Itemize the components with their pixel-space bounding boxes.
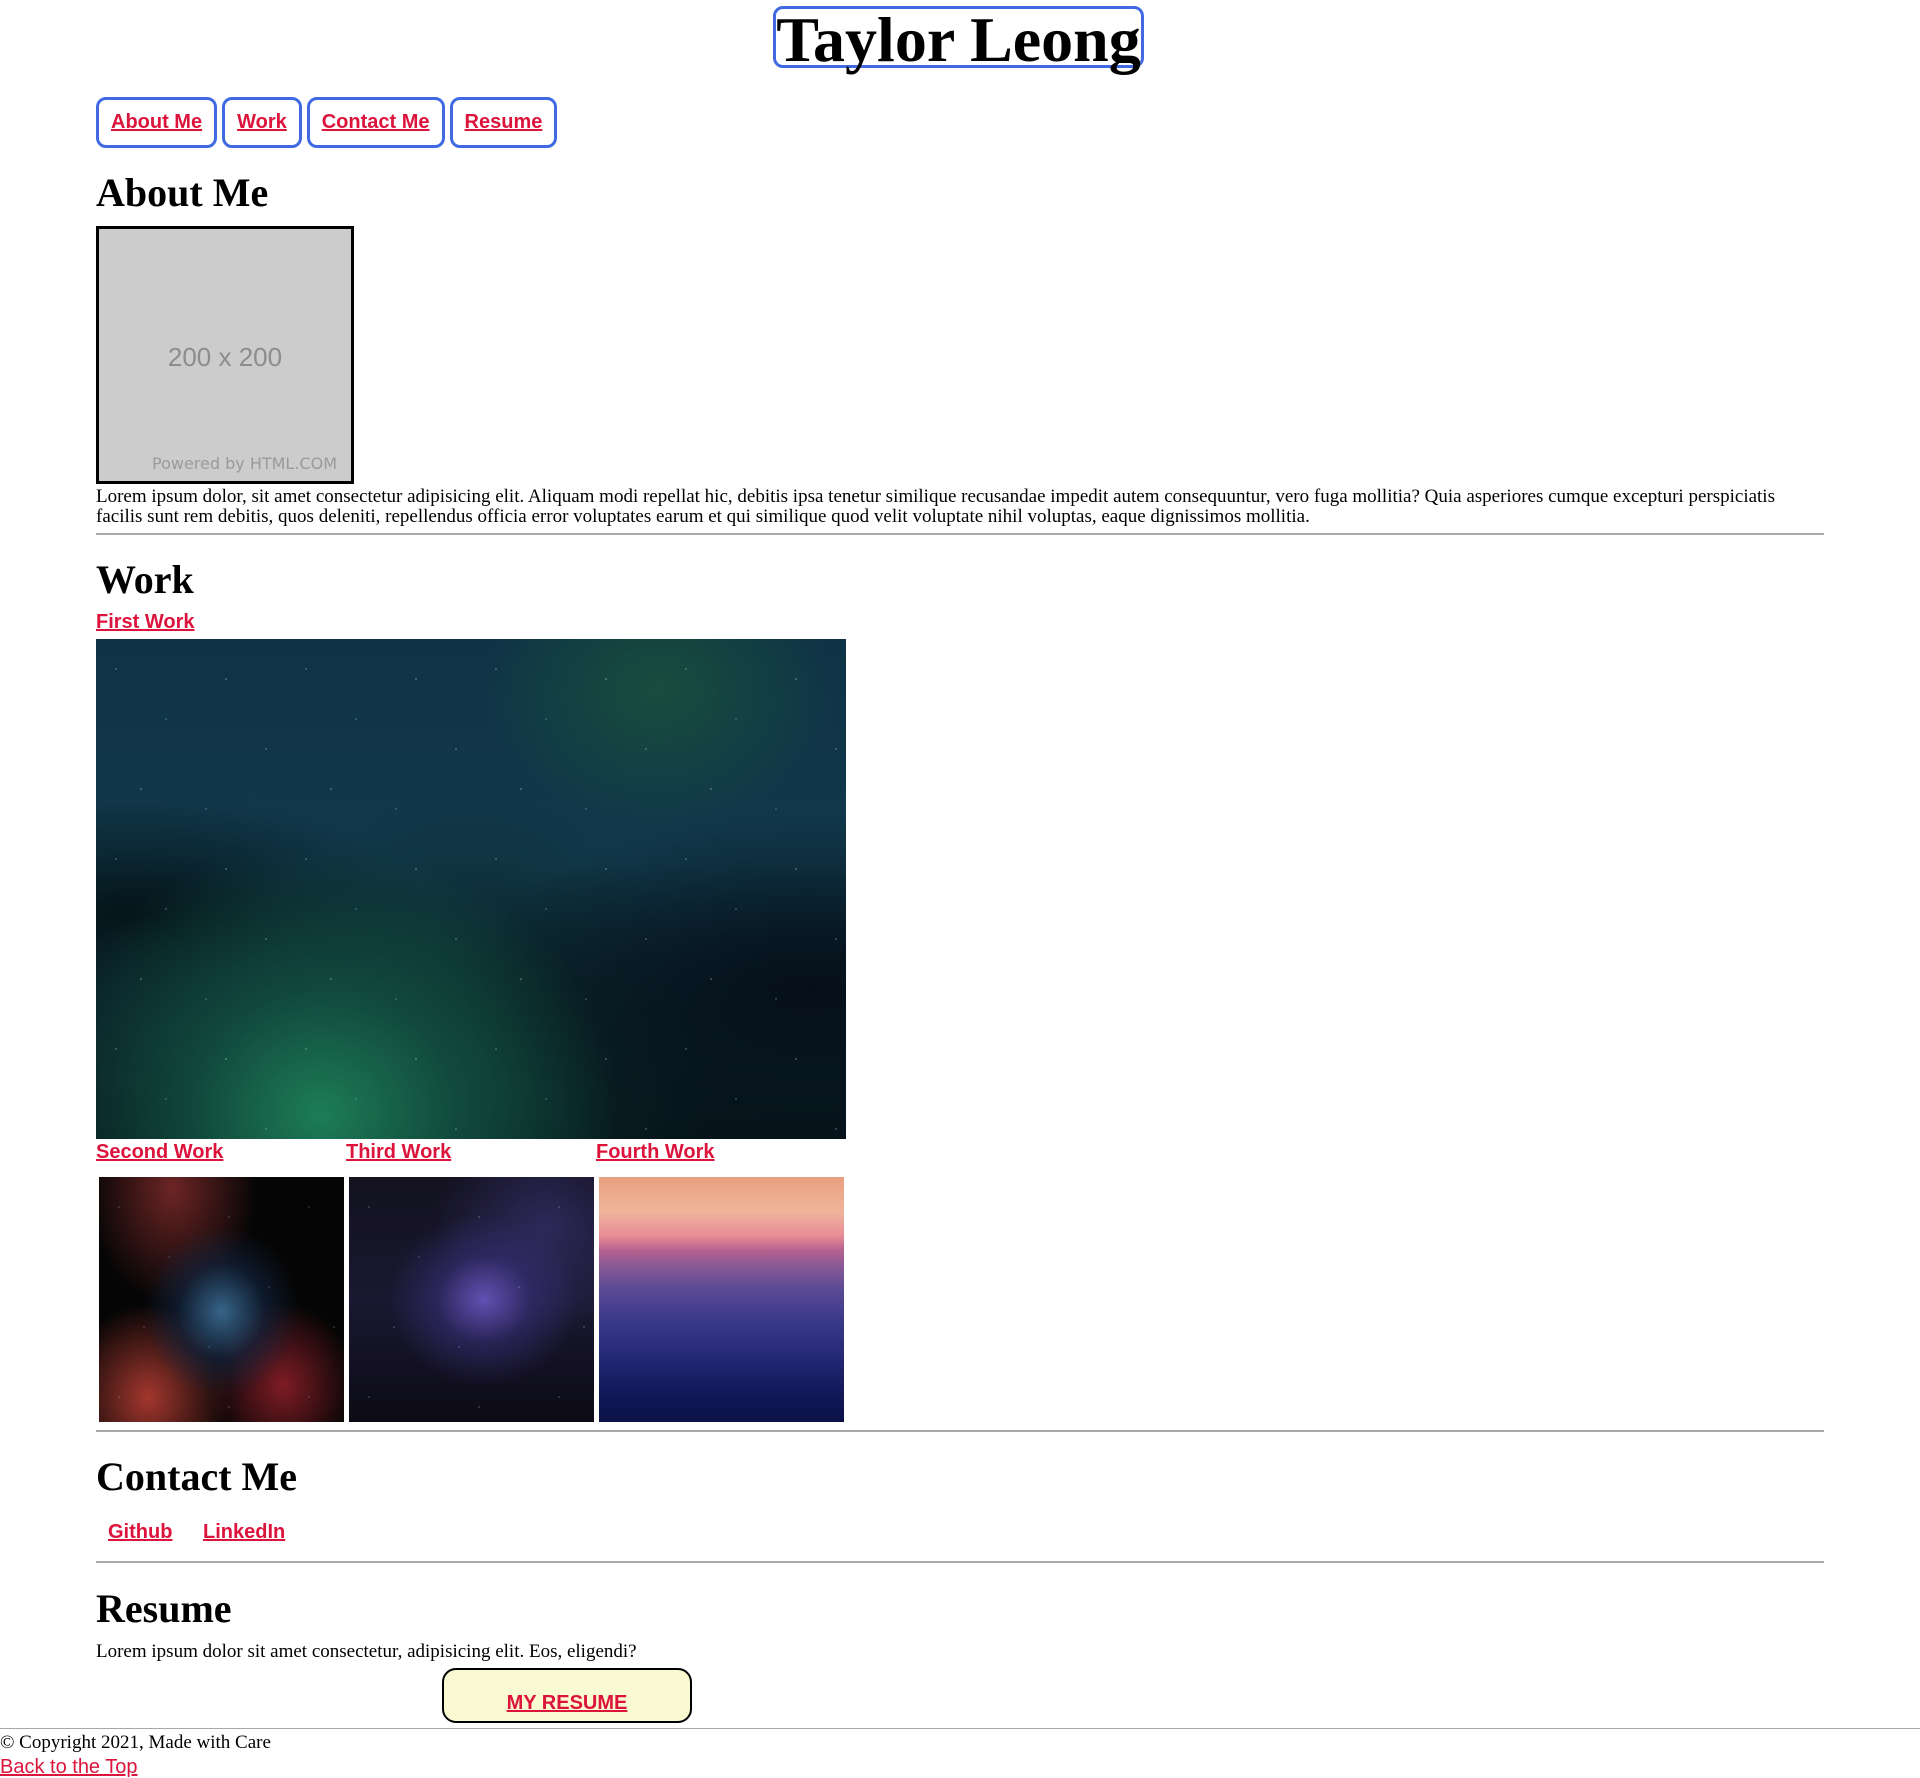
nav-link-resume[interactable]: Resume xyxy=(449,97,558,148)
photo-brand-label: Powered by HTML.COM xyxy=(152,454,337,473)
work-image-first[interactable] xyxy=(96,639,846,1139)
nav-link-work[interactable]: Work xyxy=(222,97,302,148)
nav-link-about-me[interactable]: About Me xyxy=(96,97,218,148)
work-image-fourth[interactable] xyxy=(599,1177,844,1422)
photo-dimensions-label: 200 x 200 xyxy=(167,342,283,372)
linkedin-link[interactable]: LinkedIn xyxy=(203,1521,285,1544)
footer-divider xyxy=(0,1728,1920,1729)
resume-heading: Resume xyxy=(96,1586,232,1631)
work-image-third[interactable] xyxy=(349,1177,594,1422)
my-resume-button[interactable]: MY RESUME xyxy=(442,1668,692,1723)
resume-text: Lorem ipsum dolor sit amet consectetur, … xyxy=(96,1641,637,1662)
section-divider xyxy=(96,1561,1824,1563)
about-text: Lorem ipsum dolor, sit amet consectetur … xyxy=(96,486,1775,527)
back-to-top-link[interactable]: Back to the Top xyxy=(0,1756,138,1778)
profile-photo: 200 x 200 Powered by HTML.COM xyxy=(96,226,354,484)
site-title: Taylor Leong xyxy=(773,6,1144,72)
main-nav: About Me Work Contact Me Resume xyxy=(96,97,558,148)
work-link-first[interactable]: First Work xyxy=(96,611,195,634)
section-divider xyxy=(96,1430,1824,1432)
work-link-third[interactable]: Third Work xyxy=(346,1141,451,1164)
work-heading: Work xyxy=(96,557,194,602)
nav-link-contact-me[interactable]: Contact Me xyxy=(306,97,445,148)
work-link-fourth[interactable]: Fourth Work xyxy=(596,1141,715,1164)
section-divider xyxy=(96,533,1824,535)
github-link[interactable]: Github xyxy=(108,1521,172,1544)
work-image-second[interactable] xyxy=(99,1177,344,1422)
work-link-second[interactable]: Second Work xyxy=(96,1141,223,1164)
about-heading: About Me xyxy=(96,170,269,215)
copyright-text: © Copyright 2021, Made with Care xyxy=(0,1732,271,1753)
contact-heading: Contact Me xyxy=(96,1454,298,1499)
